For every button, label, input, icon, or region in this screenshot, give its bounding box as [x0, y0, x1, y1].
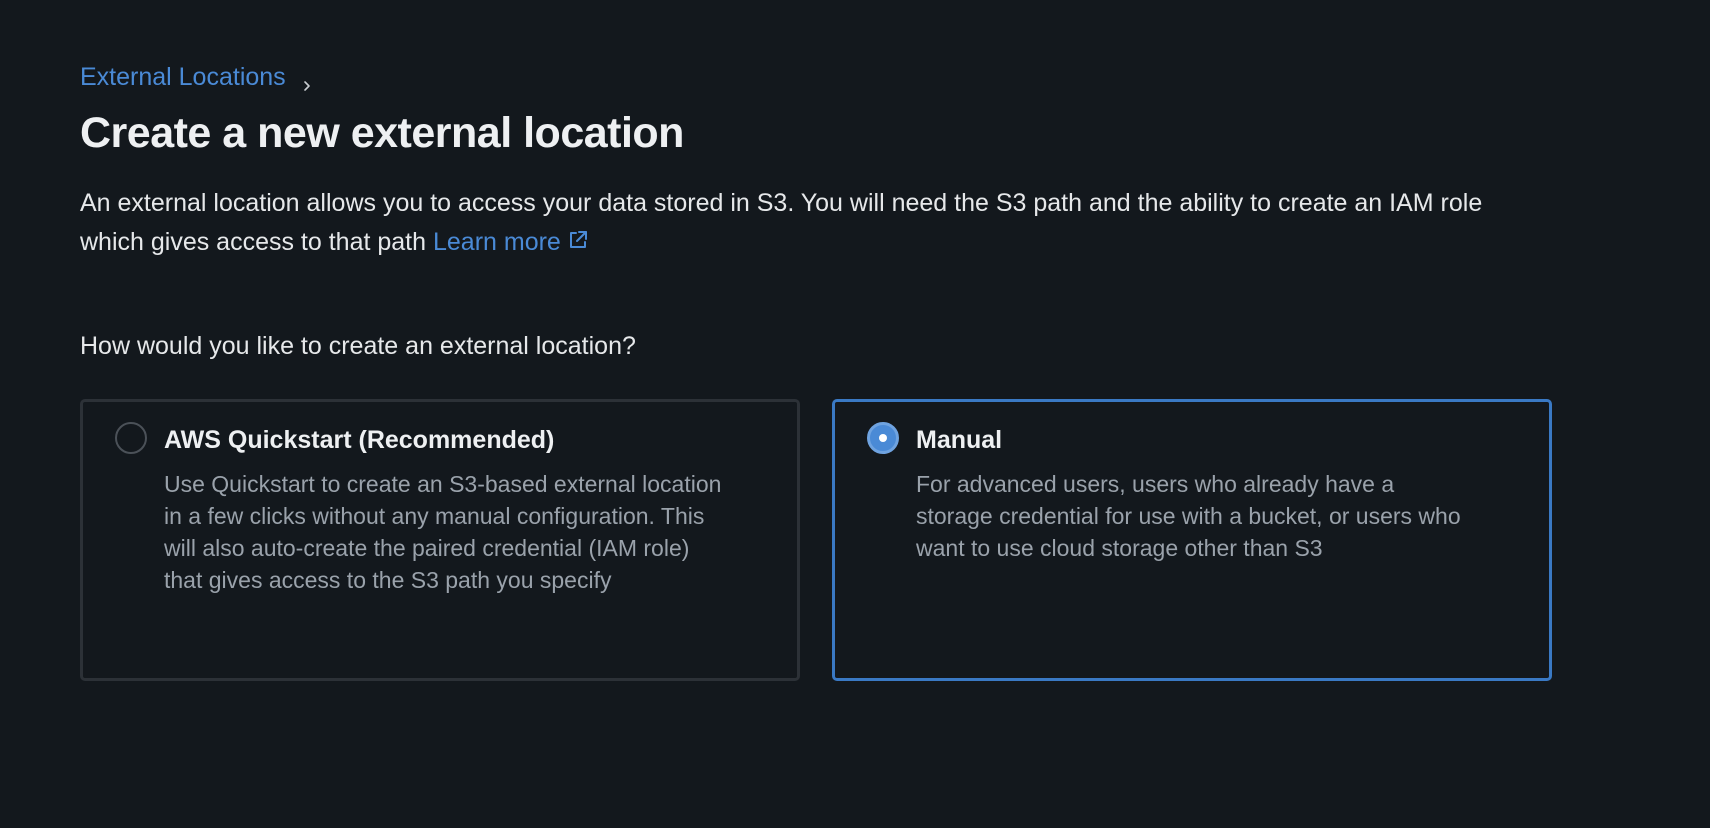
creation-method-question: How would you like to create an external… [80, 332, 636, 360]
breadcrumb: External Locations [80, 62, 314, 92]
page-description-text: An external location allows you to acces… [80, 189, 1483, 256]
option-card-aws-quickstart[interactable]: AWS Quickstart (Recommended) Use Quickst… [80, 399, 800, 681]
radio-selected-dot [879, 434, 887, 442]
external-link-icon [567, 224, 589, 248]
page-title: Create a new external location [80, 109, 684, 157]
option-description-manual: For advanced users, users who already ha… [916, 471, 1461, 561]
option-description-aws-quickstart: Use Quickstart to create an S3-based ext… [164, 471, 722, 593]
option-title-manual: Manual [916, 426, 1003, 454]
page-description: An external location allows you to acces… [80, 184, 1540, 262]
breadcrumb-link-external-locations[interactable]: External Locations [80, 62, 286, 92]
option-title-aws-quickstart: AWS Quickstart (Recommended) [164, 426, 555, 454]
learn-more-label: Learn more [432, 228, 561, 256]
radio-aws-quickstart[interactable] [115, 422, 147, 454]
chevron-right-icon [300, 70, 314, 91]
radio-manual[interactable] [867, 422, 899, 454]
option-card-manual[interactable]: Manual For advanced users, users who alr… [832, 399, 1552, 681]
page: External Locations Create a new external… [0, 0, 1710, 828]
learn-more-link[interactable]: Learn more [433, 228, 589, 256]
